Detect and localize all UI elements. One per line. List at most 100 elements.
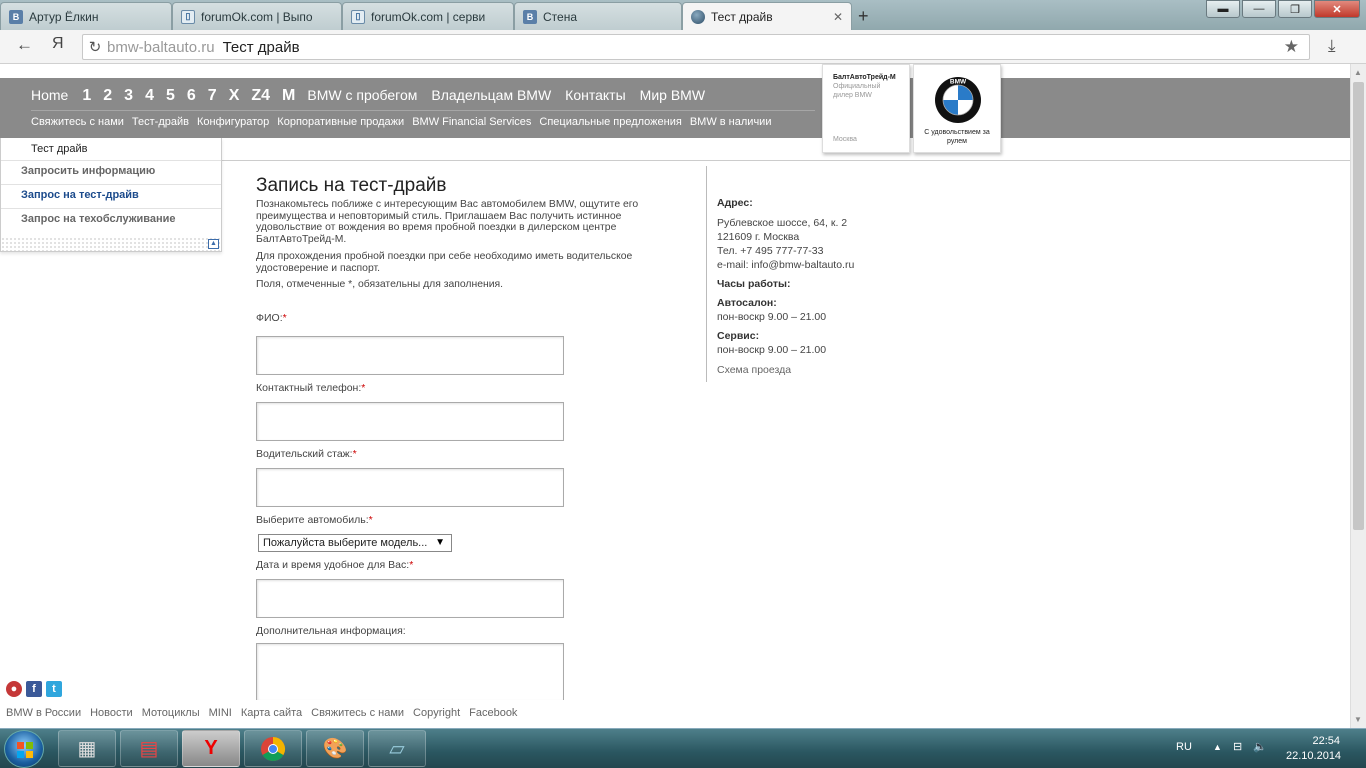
nav-divider xyxy=(31,110,815,111)
subnav-item[interactable]: Конфигуратор xyxy=(197,116,269,128)
address-domain: bmw-baltauto.ru xyxy=(107,38,215,56)
bookmark-star-icon[interactable]: ★ xyxy=(1284,37,1299,57)
nav-item[interactable]: 7 xyxy=(208,87,217,105)
fio-input[interactable] xyxy=(256,336,564,375)
page-title: Запись на тест-драйв xyxy=(256,175,447,196)
address-bar[interactable]: ↻ bmw-baltauto.ru Тест драйв ★ xyxy=(82,34,1310,60)
vk-icon: В xyxy=(523,9,537,24)
nav-item[interactable]: M xyxy=(282,87,295,105)
phone-label: Контактный телефон:* xyxy=(256,382,366,394)
extra-textarea[interactable] xyxy=(256,643,564,700)
browser-tab-bar: В Артур Ёлкин ▯ forumOk.com | Выпо ▯ for… xyxy=(0,0,1366,30)
nav-item[interactable]: X xyxy=(229,87,240,105)
email[interactable]: e-mail: info@bmw-baltauto.ru xyxy=(717,258,854,272)
browser-toolbar: ← Я ↻ bmw-baltauto.ru Тест драйв ★ ⤓ xyxy=(0,30,1366,64)
datetime-input[interactable] xyxy=(256,579,564,618)
new-tab-button[interactable]: + xyxy=(858,6,869,27)
system-tray: RU ▲ ⊟ 🔈 xyxy=(1176,740,1267,753)
facebook-icon[interactable]: f xyxy=(26,681,42,697)
tray-arrow-icon[interactable]: ▲ xyxy=(1213,742,1222,752)
tab-forumok-2[interactable]: ▯ forumOk.com | серви xyxy=(342,2,514,30)
tab-test-drive[interactable]: Тест драйв ✕ xyxy=(682,2,852,30)
vertical-scrollbar[interactable]: ▲ ▼ xyxy=(1350,64,1366,728)
nav-item[interactable]: 3 xyxy=(124,87,133,105)
tab-stena[interactable]: В Стена xyxy=(514,2,682,30)
experience-input[interactable] xyxy=(256,468,564,507)
scroll-thumb[interactable] xyxy=(1353,82,1364,530)
phone-input[interactable] xyxy=(256,402,564,441)
calculator-icon[interactable]: ▦ xyxy=(58,730,116,767)
floppy-icon[interactable]: ▤ xyxy=(120,730,178,767)
volume-icon[interactable]: 🔈 xyxy=(1253,741,1267,753)
yandex-browser-icon[interactable]: Y xyxy=(182,730,240,767)
notepad-icon[interactable]: ▱ xyxy=(368,730,426,767)
main-nav: Home 1 2 3 4 5 6 7 X Z4 M BMW с пробегом Владельцам … xyxy=(31,87,719,105)
subnav-item[interactable]: Свяжитесь с нами xyxy=(31,116,124,128)
map-link[interactable]: Схема проезда xyxy=(717,363,854,377)
street: Рублевское шоссе, 64, к. 2 xyxy=(717,217,848,229)
clock[interactable]: 22:54 22.10.2014 xyxy=(1286,734,1341,764)
side-item-service[interactable]: Запрос на техобслуживание xyxy=(1,208,221,232)
required-note: Поля, отмеченные *, обязательны для запо… xyxy=(256,279,504,290)
chrome-icon[interactable] xyxy=(244,730,302,767)
dealer-card[interactable]: БалтАвтоТрейд-М Официальный дилер BMW Мо… xyxy=(822,64,910,153)
nav-item[interactable]: BMW с пробегом xyxy=(307,87,417,103)
footer-link[interactable]: Свяжитесь с нами xyxy=(311,707,404,719)
car-select[interactable]: Пожалуйста выберите модель... ▼ xyxy=(258,534,452,552)
vk-icon: В xyxy=(9,9,23,24)
footer-link[interactable]: Copyright xyxy=(413,707,460,719)
footer-link[interactable]: Facebook xyxy=(469,707,517,719)
twitter-icon[interactable]: t xyxy=(46,681,62,697)
nav-item[interactable]: Владельцам BMW xyxy=(431,87,551,103)
minimize-button[interactable]: — xyxy=(1242,0,1276,18)
forum-icon: ▯ xyxy=(181,9,195,24)
language-indicator[interactable]: RU xyxy=(1176,741,1192,753)
tab-title: forumOk.com | серви xyxy=(371,9,486,24)
paint-icon[interactable]: 🎨 xyxy=(306,730,364,767)
globe-icon xyxy=(691,9,705,24)
subnav-item[interactable]: BMW в наличии xyxy=(690,116,772,128)
subnav-item[interactable]: BMW Financial Services xyxy=(412,116,531,128)
subnav-item[interactable]: Специальные предложения xyxy=(539,116,681,128)
tab-forumok-1[interactable]: ▯ forumOk.com | Выпо xyxy=(172,2,342,30)
footer-link[interactable]: Мотоциклы xyxy=(142,707,200,719)
footer-link[interactable]: Новости xyxy=(90,707,133,719)
close-tab-icon[interactable]: ✕ xyxy=(833,10,843,24)
maximize-button[interactable]: ❐ xyxy=(1278,0,1312,18)
close-window-button[interactable]: ✕ xyxy=(1314,0,1360,18)
start-button[interactable] xyxy=(4,730,44,768)
tab-artur[interactable]: В Артур Ёлкин xyxy=(0,2,172,30)
nav-item[interactable]: Home xyxy=(31,87,68,103)
nav-item[interactable]: 6 xyxy=(187,87,196,105)
subnav-item[interactable]: Тест-драйв xyxy=(132,116,189,128)
yandex-button[interactable]: Я xyxy=(52,35,64,53)
nav-item[interactable]: 2 xyxy=(103,87,112,105)
scroll-down-icon[interactable]: ▼ xyxy=(1354,715,1362,724)
download-icon[interactable]: ⤓ xyxy=(1328,36,1336,56)
nav-item[interactable]: Z4 xyxy=(251,87,270,105)
nav-item[interactable]: 1 xyxy=(82,87,91,105)
side-item-request-info[interactable]: Запросить информацию xyxy=(1,160,221,184)
social-links: ● f t xyxy=(6,681,66,697)
footer-link[interactable]: Карта сайта xyxy=(241,707,302,719)
back-arrow-icon[interactable]: ← xyxy=(16,35,33,55)
nav-item[interactable]: 5 xyxy=(166,87,175,105)
bmw-logo-card[interactable]: BMW С удовольствием за рулем xyxy=(913,64,1001,153)
side-item-test-drive[interactable]: Запрос на тест-драйв xyxy=(1,184,221,208)
nav-item[interactable]: Мир BMW xyxy=(640,87,705,103)
nav-item[interactable]: 4 xyxy=(145,87,154,105)
nav-item[interactable]: Контакты xyxy=(565,87,625,103)
tab-title: forumOk.com | Выпо xyxy=(201,9,313,24)
dealer-city: Москва xyxy=(833,136,857,143)
subnav-item[interactable]: Корпоративные продажи xyxy=(277,116,404,128)
youtube-icon[interactable]: ● xyxy=(6,681,22,697)
footer-link[interactable]: MINI xyxy=(209,707,232,719)
collapse-menu-icon[interactable]: ▲ xyxy=(208,239,219,249)
city-line: 121609 г. Москва xyxy=(717,231,800,243)
network-icon[interactable]: ⊟ xyxy=(1233,741,1242,753)
tabs-list-button[interactable]: ▬ xyxy=(1206,0,1240,18)
fio-label: ФИО:* xyxy=(256,312,287,324)
scroll-up-icon[interactable]: ▲ xyxy=(1354,68,1362,77)
refresh-icon[interactable]: ↻ xyxy=(83,38,107,56)
footer-link[interactable]: BMW в России xyxy=(6,707,81,719)
